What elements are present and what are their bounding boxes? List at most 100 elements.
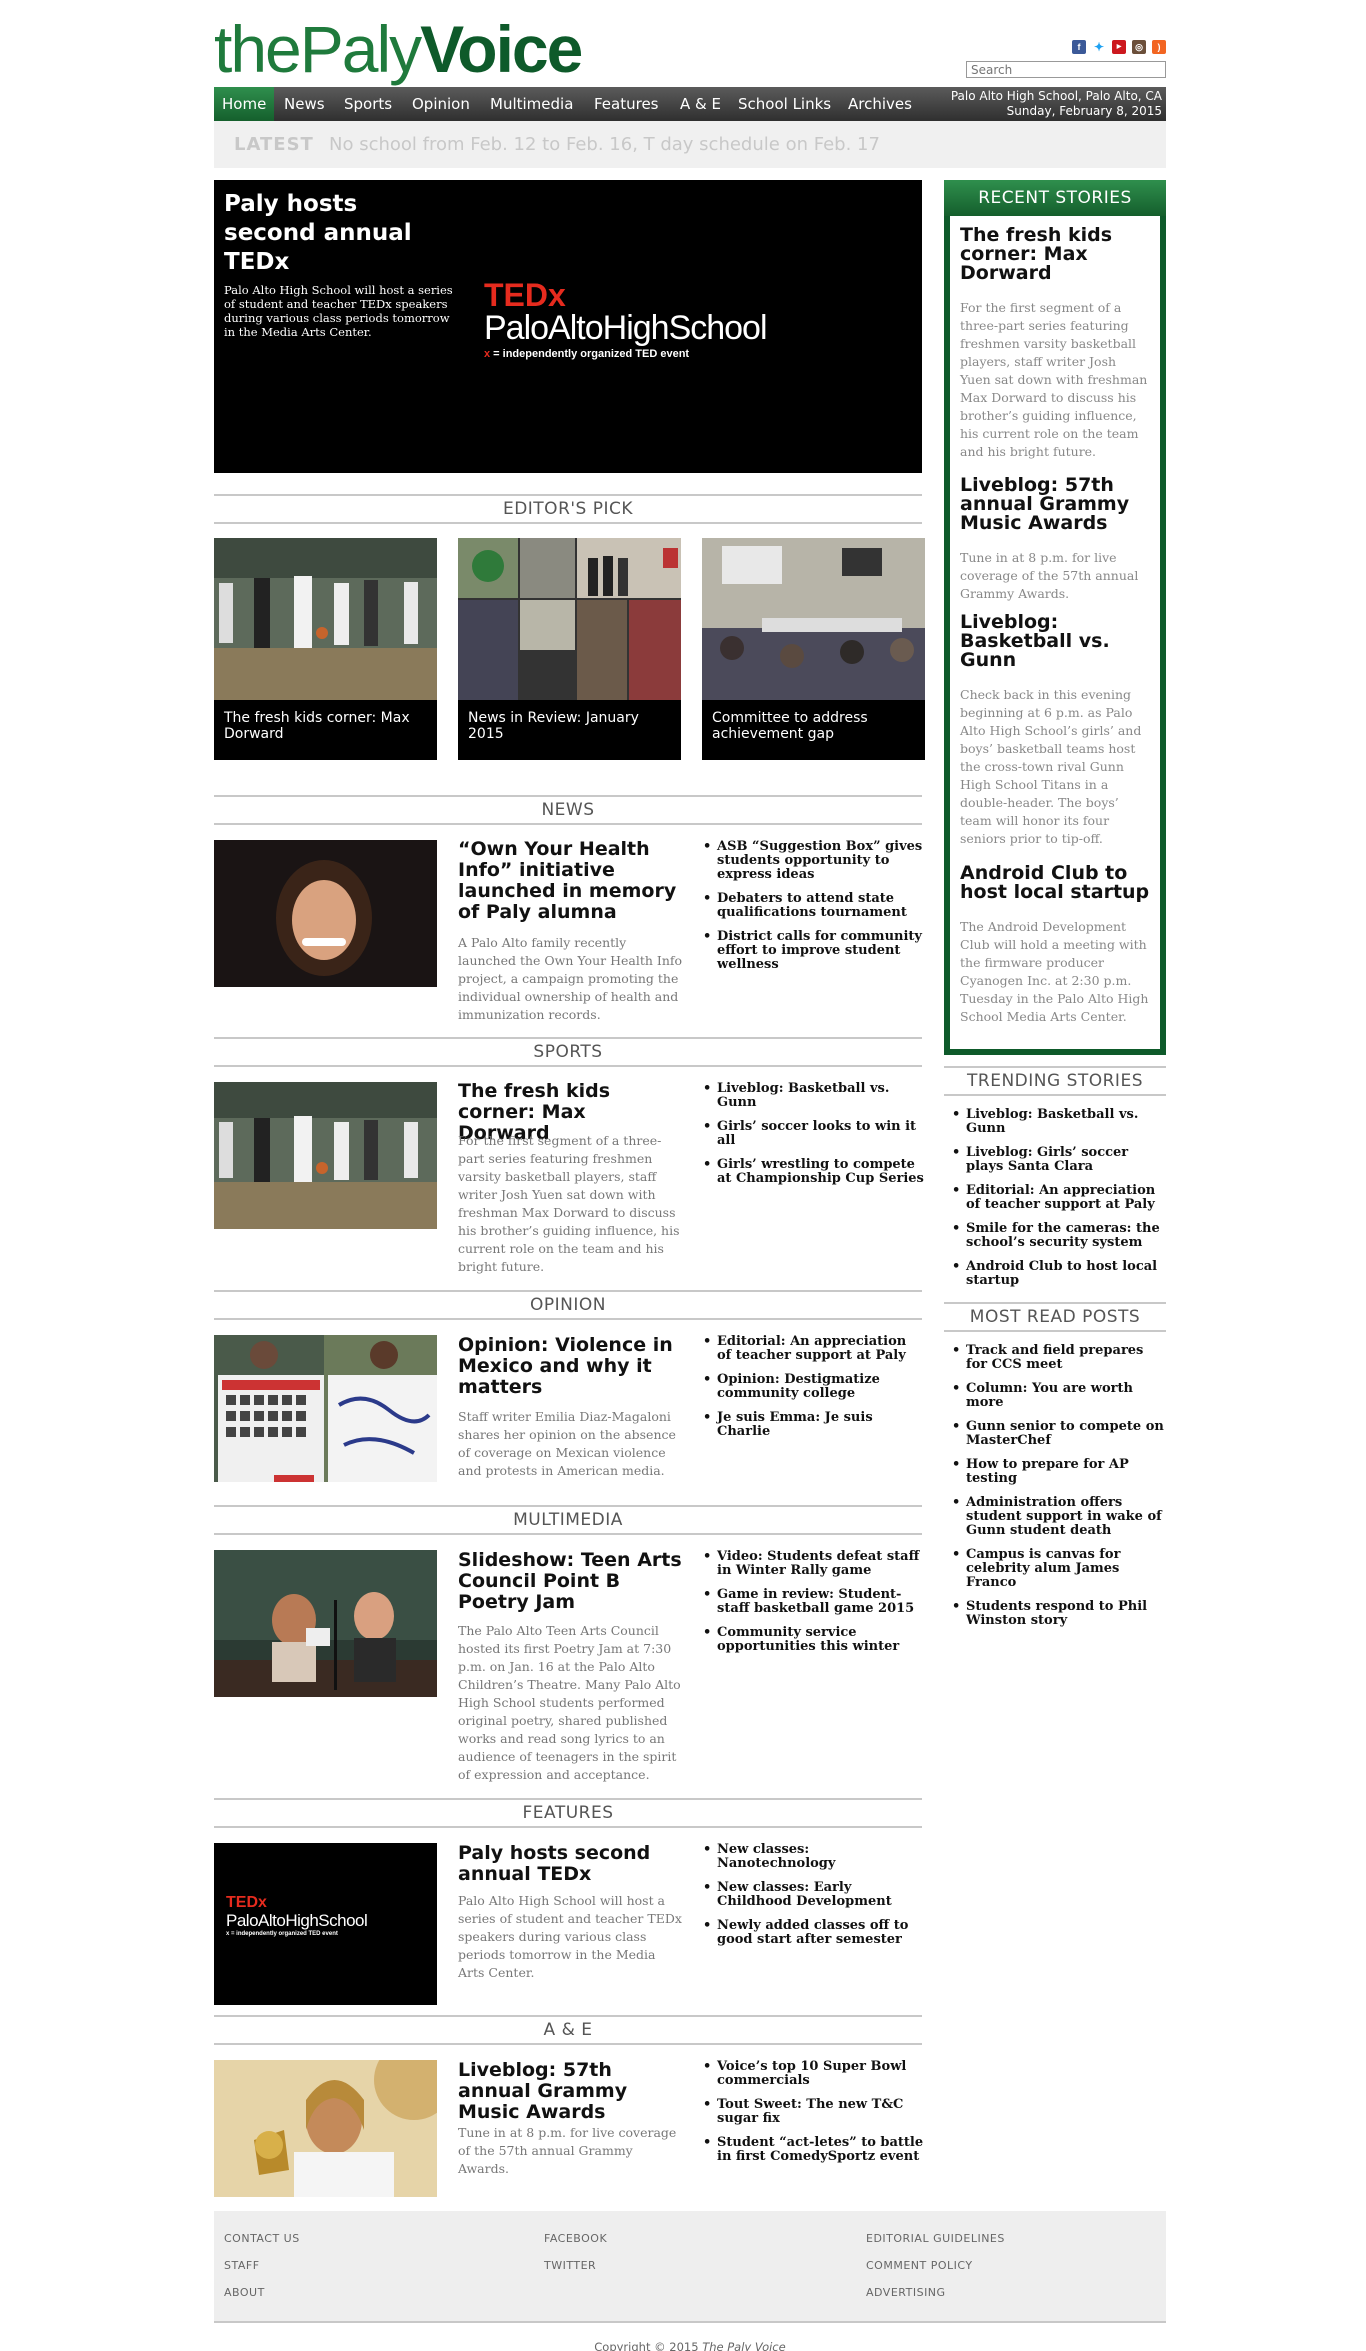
- nav-features[interactable]: Features: [586, 87, 667, 122]
- youtube-icon[interactable]: ▶: [1112, 40, 1126, 54]
- sports-desc: For the first segment of a three-part se…: [458, 1133, 680, 1274]
- opinion-link[interactable]: Je suis Emma: Je suis Charlie: [699, 1411, 924, 1439]
- nav-multimedia[interactable]: Multimedia: [482, 87, 581, 122]
- features-desc: Palo Alto High School will host a series…: [458, 1893, 682, 1980]
- most-read-item[interactable]: Gunn senior to compete on MasterChef: [944, 1420, 1166, 1448]
- trending-item[interactable]: Liveblog: Girls’ soccer plays Santa Clar…: [944, 1146, 1166, 1174]
- features-title[interactable]: Paly hosts second annual TEDx: [458, 1843, 683, 1885]
- footer-col-3: EDITORIAL GUIDELINES COMMENT POLICY ADVE…: [866, 2225, 1005, 2306]
- news-portrait-photo: [214, 840, 437, 987]
- nav-home[interactable]: Home: [214, 87, 275, 122]
- footer-link-contact[interactable]: CONTACT US: [224, 2225, 300, 2252]
- pick-card-news-review[interactable]: News in Review: January 2015: [458, 538, 681, 760]
- trending-list: Liveblog: Basketball vs. Gunn Liveblog: …: [944, 1108, 1166, 1298]
- pick-caption[interactable]: Committee to address achievement gap: [702, 700, 925, 760]
- nav-news[interactable]: News: [276, 87, 333, 122]
- footer-link-twitter[interactable]: TWITTER: [544, 2252, 607, 2279]
- footer-link-staff[interactable]: STAFF: [224, 2252, 300, 2279]
- most-read-item[interactable]: How to prepare for AP testing: [944, 1458, 1166, 1486]
- recent-story-desc: The Android Development Club will hold a…: [960, 919, 1149, 1024]
- ae-link[interactable]: Student “act-letes” to battle in first C…: [699, 2136, 924, 2164]
- sports-link[interactable]: Liveblog: Basketball vs. Gunn: [699, 1082, 924, 1110]
- recent-story-title[interactable]: Android Club to host local startup: [960, 864, 1150, 902]
- news-collage-photo: [458, 538, 681, 700]
- sports-link[interactable]: Girls’ soccer looks to win it all: [699, 1120, 924, 1148]
- ae-title[interactable]: Liveblog: 57th annual Grammy Music Award…: [458, 2060, 683, 2123]
- most-read-heading: MOST READ POSTS: [944, 1302, 1166, 1332]
- multimedia-link[interactable]: Video: Students defeat staff in Winter R…: [699, 1550, 924, 1578]
- search-input[interactable]: [966, 61, 1166, 78]
- sports-basketball-photo: [214, 1082, 437, 1229]
- recent-story-desc: For the first segment of a three-part se…: [960, 300, 1148, 459]
- nav-archives[interactable]: Archives: [840, 87, 920, 122]
- recent-story: Liveblog: 57th annual Grammy Music Award…: [960, 476, 1150, 603]
- tedx-school: PaloAltoHighSchool: [484, 309, 768, 347]
- features-link[interactable]: New classes: Early Childhood Development: [699, 1881, 924, 1909]
- ae-thumb[interactable]: [214, 2060, 437, 2197]
- instagram-icon[interactable]: ◎: [1132, 40, 1146, 54]
- nav-ae[interactable]: A & E: [672, 87, 729, 122]
- pick-caption[interactable]: The fresh kids corner: Max Dorward: [214, 700, 437, 760]
- features-thumb[interactable]: TEDx PaloAltoHighSchool x = independentl…: [214, 1843, 437, 2005]
- trending-heading: TRENDING STORIES: [944, 1066, 1166, 1096]
- hero-story[interactable]: Paly hosts second annual TEDx Palo Alto …: [214, 180, 922, 473]
- recent-story-title[interactable]: Liveblog: Basketball vs. Gunn: [960, 613, 1150, 670]
- most-read-item[interactable]: Campus is canvas for celebrity alum Jame…: [944, 1548, 1166, 1590]
- footer-link-facebook[interactable]: FACEBOOK: [544, 2225, 607, 2252]
- twitter-icon[interactable]: ✦: [1092, 40, 1106, 54]
- most-read-item[interactable]: Administration offers student support in…: [944, 1496, 1166, 1538]
- news-link[interactable]: Debaters to attend state qualifications …: [699, 892, 924, 920]
- recent-story: Android Club to host local startup The A…: [960, 864, 1150, 1026]
- facebook-icon[interactable]: f: [1072, 40, 1086, 54]
- nav-sports[interactable]: Sports: [336, 87, 400, 122]
- features-link[interactable]: New classes: Nanotechnology: [699, 1843, 924, 1871]
- footer-link-advertising[interactable]: ADVERTISING: [866, 2279, 1005, 2306]
- opinion-thumb[interactable]: [214, 1335, 437, 1482]
- rss-icon[interactable]: ): [1152, 40, 1166, 54]
- recent-story-desc: Tune in at 8 p.m. for live coverage of t…: [960, 550, 1139, 601]
- trending-item[interactable]: Liveblog: Basketball vs. Gunn: [944, 1108, 1166, 1136]
- most-read-item[interactable]: Column: You are worth more: [944, 1382, 1166, 1410]
- logo-paly: Paly: [299, 12, 422, 86]
- opinion-link[interactable]: Opinion: Destigmatize community college: [699, 1373, 924, 1401]
- sports-link[interactable]: Girls’ wrestling to compete at Champions…: [699, 1158, 924, 1186]
- news-title[interactable]: “Own Your Health Info” initiative launch…: [458, 839, 683, 923]
- most-read-item[interactable]: Track and field prepares for CCS meet: [944, 1344, 1166, 1372]
- footer-link-guidelines[interactable]: EDITORIAL GUIDELINES: [866, 2225, 1005, 2252]
- pick-card-committee[interactable]: Committee to address achievement gap: [702, 538, 925, 760]
- opinion-title[interactable]: Opinion: Violence in Mexico and why it m…: [458, 1335, 683, 1398]
- opinion-protest-photo: [214, 1335, 437, 1482]
- sports-heading: SPORTS: [214, 1037, 922, 1067]
- multimedia-title[interactable]: Slideshow: Teen Arts Council Point B Poe…: [458, 1550, 683, 1613]
- recent-story-title[interactable]: Liveblog: 57th annual Grammy Music Award…: [960, 476, 1150, 533]
- multimedia-thumb[interactable]: [214, 1550, 437, 1697]
- multimedia-link[interactable]: Community service opportunities this win…: [699, 1626, 924, 1654]
- nav-school-links[interactable]: School Links: [730, 87, 839, 122]
- nav-opinion[interactable]: Opinion: [404, 87, 478, 122]
- pick-card-basketball[interactable]: The fresh kids corner: Max Dorward: [214, 538, 437, 760]
- trending-item[interactable]: Smile for the cameras: the school’s secu…: [944, 1222, 1166, 1250]
- social-links: f ✦ ▶ ◎ ): [1072, 40, 1166, 54]
- hero-title[interactable]: Paly hosts second annual TEDx: [224, 190, 454, 277]
- hero-desc: Palo Alto High School will host a series…: [224, 283, 453, 339]
- sports-thumb[interactable]: [214, 1082, 437, 1229]
- footer-link-about[interactable]: ABOUT: [224, 2279, 300, 2306]
- most-read-item[interactable]: Students respond to Phil Winston story: [944, 1600, 1166, 1628]
- pick-caption[interactable]: News in Review: January 2015: [458, 700, 681, 760]
- news-desc: A Palo Alto family recently launched the…: [458, 935, 683, 1022]
- news-thumb[interactable]: [214, 840, 437, 987]
- poetry-jam-photo: [214, 1550, 437, 1697]
- ae-link[interactable]: Voice’s top 10 Super Bowl commercials: [699, 2060, 924, 2088]
- news-link[interactable]: District calls for community effort to i…: [699, 930, 924, 972]
- multimedia-link[interactable]: Game in review: Student-staff basketball…: [699, 1588, 924, 1616]
- trending-item[interactable]: Android Club to host local startup: [944, 1260, 1166, 1288]
- ae-link[interactable]: Tout Sweet: The new T&C sugar fix: [699, 2098, 924, 2126]
- latest-text[interactable]: No school from Feb. 12 to Feb. 16, T day…: [329, 121, 880, 168]
- opinion-link[interactable]: Editorial: An appreciation of teacher su…: [699, 1335, 924, 1363]
- news-link[interactable]: ASB “Suggestion Box” gives students oppo…: [699, 840, 924, 882]
- features-link[interactable]: Newly added classes off to good start af…: [699, 1919, 924, 1947]
- trending-item[interactable]: Editorial: An appreciation of teacher su…: [944, 1184, 1166, 1212]
- footer-link-comment-policy[interactable]: COMMENT POLICY: [866, 2252, 1005, 2279]
- recent-story-title[interactable]: The fresh kids corner: Max Dorward: [960, 226, 1150, 283]
- site-logo[interactable]: thePalyVoice: [214, 12, 583, 86]
